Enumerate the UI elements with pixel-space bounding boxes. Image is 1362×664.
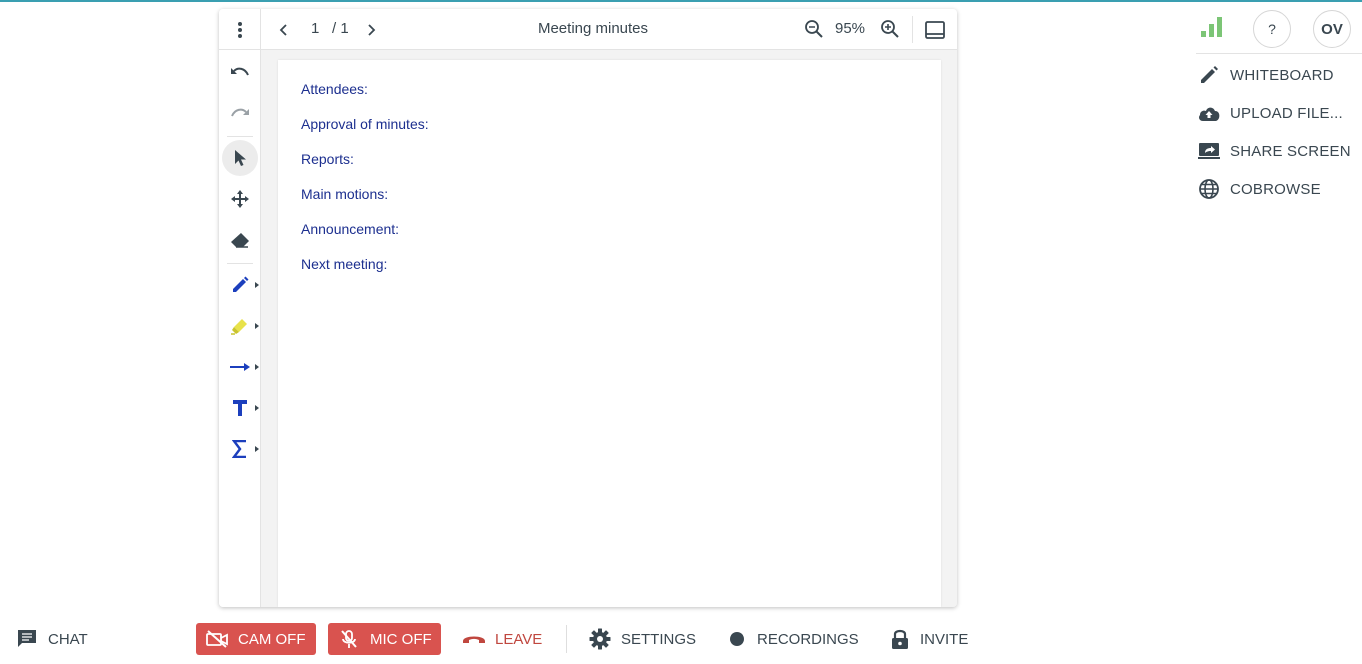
top-accent-strip xyxy=(0,0,1362,2)
eraser-tool[interactable] xyxy=(222,222,258,258)
layout-toggle-button[interactable] xyxy=(923,18,947,42)
hang-up-phone-icon xyxy=(463,636,485,643)
chevron-right-icon xyxy=(368,24,376,36)
avatar[interactable]: OV xyxy=(1313,10,1351,48)
highlighter-tool[interactable] xyxy=(222,308,259,344)
zoom-out-button[interactable] xyxy=(802,17,826,41)
recordings-button[interactable]: RECORDINGS xyxy=(727,626,859,652)
zoom-in-icon xyxy=(881,20,899,38)
pan-move-icon xyxy=(231,190,249,208)
lock-icon xyxy=(892,629,908,649)
layout-panel-icon xyxy=(925,21,945,39)
document-line: Announcement: xyxy=(301,221,400,237)
previous-page-button[interactable] xyxy=(273,19,295,41)
settings-button[interactable]: SETTINGS xyxy=(589,626,696,652)
share-screen-button[interactable]: SHARE SCREEN xyxy=(1196,137,1362,165)
leave-button[interactable]: LEAVE xyxy=(461,626,542,652)
document-line: Attendees: xyxy=(301,81,368,97)
signal-strength-icon xyxy=(1201,17,1222,37)
cloud-upload-icon xyxy=(1196,101,1222,125)
chevron-left-icon xyxy=(279,24,287,36)
toolbar-divider xyxy=(912,16,913,43)
annotation-toolbar xyxy=(219,50,261,607)
microphone-toggle-button[interactable]: MIC OFF xyxy=(328,623,441,655)
redo-icon xyxy=(231,108,249,117)
document-viewer: 1 / 1 Meeting minutes 95% Attendees: App… xyxy=(219,9,957,607)
chat-button[interactable]: CHAT xyxy=(16,626,88,652)
cobrowse-button[interactable]: COBROWSE xyxy=(1196,175,1362,203)
text-icon xyxy=(233,400,247,416)
redo-button[interactable] xyxy=(222,96,258,132)
undo-button[interactable] xyxy=(222,55,258,91)
chat-label: CHAT xyxy=(48,630,88,648)
upload-file-label: UPLOAD FILE... xyxy=(1230,104,1343,122)
document-line: Approval of minutes: xyxy=(301,116,429,132)
tool-separator xyxy=(227,136,253,137)
eraser-icon xyxy=(231,233,249,248)
viewer-toolbar: 1 / 1 Meeting minutes 95% xyxy=(219,9,957,50)
equation-sigma-icon xyxy=(232,440,246,458)
select-tool[interactable] xyxy=(222,140,258,176)
whiteboard-button[interactable]: WHITEBOARD xyxy=(1196,61,1362,89)
recordings-label: RECORDINGS xyxy=(757,630,859,648)
camera-toggle-button[interactable]: CAM OFF xyxy=(196,623,316,655)
zoom-in-button[interactable] xyxy=(878,17,902,41)
pencil-icon xyxy=(1196,63,1222,87)
arrow-line-tool[interactable] xyxy=(222,349,259,385)
more-options-button[interactable] xyxy=(219,9,261,50)
zoom-level[interactable]: 95% xyxy=(835,20,865,37)
bottom-divider xyxy=(566,625,567,653)
whiteboard-label: WHITEBOARD xyxy=(1230,66,1334,84)
cam-off-label: CAM OFF xyxy=(238,630,306,648)
upload-file-button[interactable]: UPLOAD FILE... xyxy=(1196,99,1362,127)
highlighter-icon xyxy=(231,319,247,335)
record-dot-icon xyxy=(730,632,744,646)
undo-icon xyxy=(231,67,249,76)
document-line: Main motions: xyxy=(301,186,389,202)
text-tool[interactable] xyxy=(222,390,259,426)
arrow-line-icon xyxy=(230,363,250,371)
document-canvas[interactable]: Attendees: Approval of minutes: Reports:… xyxy=(261,50,957,607)
next-page-button[interactable] xyxy=(360,19,382,41)
help-button[interactable]: ? xyxy=(1253,10,1291,48)
invite-label: INVITE xyxy=(920,630,969,648)
leave-label: LEAVE xyxy=(495,630,543,648)
gear-icon xyxy=(589,628,611,650)
settings-label: SETTINGS xyxy=(621,630,697,648)
mic-off-label: MIC OFF xyxy=(370,630,432,648)
equation-tool[interactable] xyxy=(222,431,259,467)
document-title: Meeting minutes xyxy=(537,20,649,37)
share-screen-label: SHARE SCREEN xyxy=(1230,142,1351,160)
panel-divider xyxy=(1196,53,1362,54)
document-line: Next meeting: xyxy=(301,256,388,272)
pen-icon xyxy=(233,276,249,292)
tool-separator xyxy=(227,263,253,264)
pan-tool[interactable] xyxy=(222,181,258,217)
pen-tool[interactable] xyxy=(222,267,259,303)
document-page[interactable]: Attendees: Approval of minutes: Reports:… xyxy=(278,60,941,607)
vertical-dots-icon xyxy=(237,21,242,38)
screen-share-icon xyxy=(1196,139,1222,163)
microphone-off-icon xyxy=(336,627,362,651)
cobrowse-label: COBROWSE xyxy=(1230,180,1321,198)
document-line: Reports: xyxy=(301,151,354,167)
page-number-current[interactable]: 1 xyxy=(311,20,319,37)
zoom-out-icon xyxy=(805,20,823,38)
camera-off-icon xyxy=(204,627,230,651)
invite-button[interactable]: INVITE xyxy=(890,626,968,652)
chat-bubble-icon xyxy=(18,630,36,647)
page-number-total: / 1 xyxy=(332,20,349,37)
select-cursor-icon xyxy=(235,150,246,166)
globe-icon xyxy=(1196,177,1222,201)
